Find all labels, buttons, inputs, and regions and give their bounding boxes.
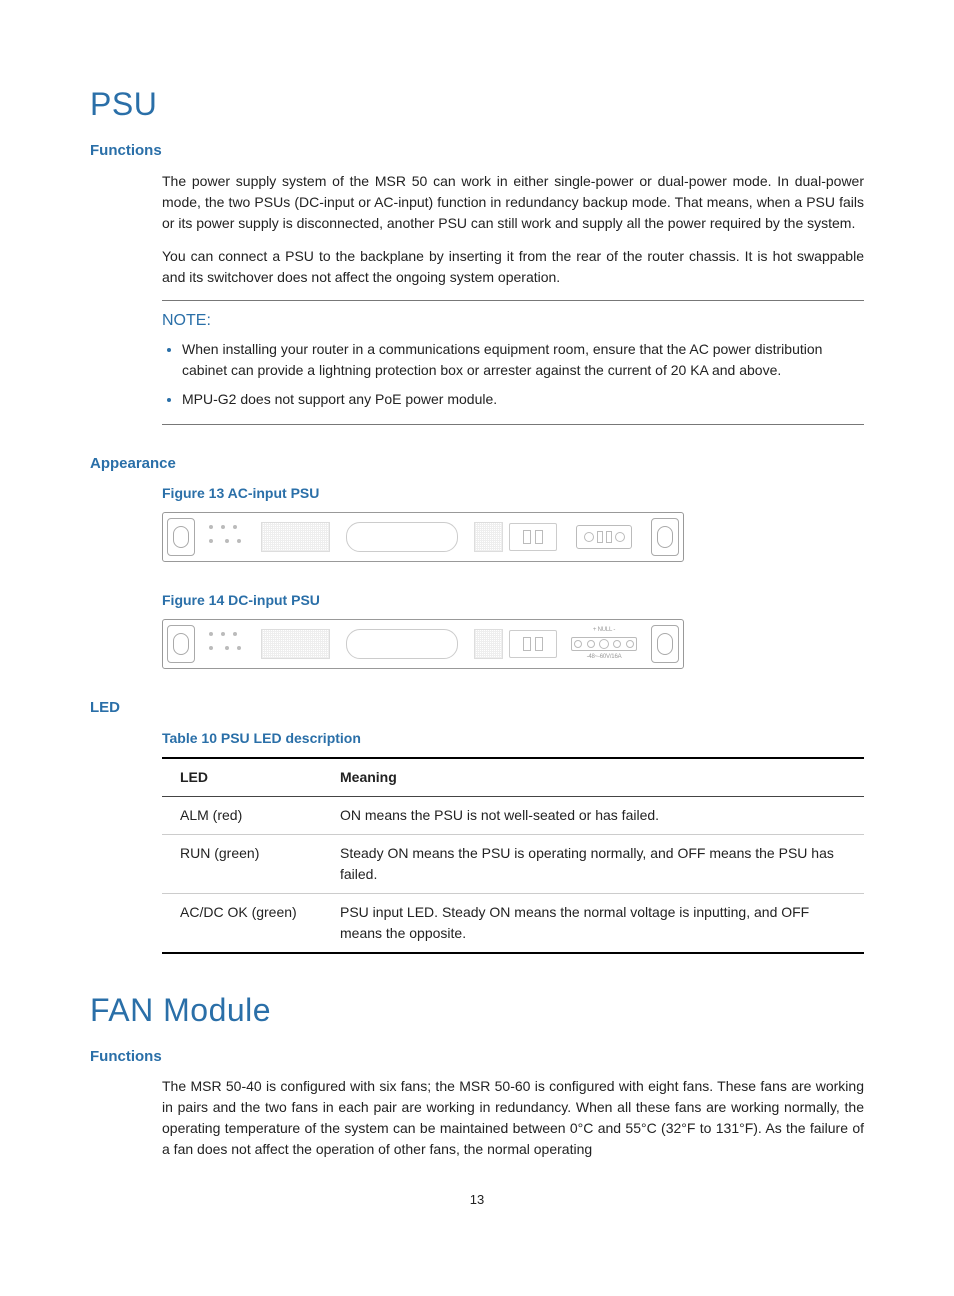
switch-block [509, 523, 557, 551]
vent-grille [474, 522, 503, 552]
th-meaning: Meaning [330, 758, 864, 797]
psu-led-table: LED Meaning ALM (red) ON means the PSU i… [162, 757, 864, 954]
page-number: 13 [90, 1190, 864, 1210]
cell-meaning: PSU input LED. Steady ON means the norma… [330, 893, 864, 953]
dc-label-top: + NULL - [593, 626, 615, 635]
slot [346, 629, 458, 659]
led-cluster [199, 626, 255, 662]
psu-note: NOTE: When installing your router in a c… [162, 300, 864, 425]
vent-grille [261, 522, 330, 552]
handle-icon [167, 625, 195, 663]
led-cluster [199, 519, 255, 555]
cell-meaning: ON means the PSU is not well-seated or h… [330, 796, 864, 834]
psu-appearance-heading: Appearance [90, 453, 864, 476]
note-item: When installing your router in a communi… [182, 339, 864, 381]
table-row: ALM (red) ON means the PSU is not well-s… [162, 796, 864, 834]
fan-functions-p1: The MSR 50-40 is configured with six fan… [162, 1076, 864, 1160]
table-row: RUN (green) Steady ON means the PSU is o… [162, 834, 864, 893]
vent-grille [261, 629, 330, 659]
figure-14-dc-psu: + NULL - -48~-60V/16A [162, 619, 684, 669]
psu-heading: PSU [90, 80, 864, 128]
figure-13-ac-psu [162, 512, 684, 562]
cell-led: RUN (green) [162, 834, 330, 893]
dc-label-bottom: -48~-60V/16A [587, 653, 622, 662]
psu-functions-heading: Functions [90, 140, 864, 163]
psu-functions-p2: You can connect a PSU to the backplane b… [162, 246, 864, 288]
cell-led: ALM (red) [162, 796, 330, 834]
dc-terminal: + NULL - -48~-60V/16A [561, 626, 647, 662]
cell-meaning: Steady ON means the PSU is operating nor… [330, 834, 864, 893]
figure-14-caption: Figure 14 DC-input PSU [162, 590, 864, 611]
note-title: NOTE: [162, 309, 864, 333]
switch-block [509, 630, 557, 658]
cell-led: AC/DC OK (green) [162, 893, 330, 953]
handle-icon [651, 625, 679, 663]
vent-grille [474, 629, 503, 659]
table-row: AC/DC OK (green) PSU input LED. Steady O… [162, 893, 864, 953]
fan-functions-heading: Functions [90, 1046, 864, 1069]
table-10-caption: Table 10 PSU LED description [162, 728, 864, 749]
handle-icon [167, 518, 195, 556]
note-item: MPU-G2 does not support any PoE power mo… [182, 389, 864, 410]
psu-led-heading: LED [90, 697, 864, 720]
figure-13-caption: Figure 13 AC-input PSU [162, 483, 864, 504]
fan-heading: FAN Module [90, 986, 864, 1034]
handle-icon [651, 518, 679, 556]
psu-functions-p1: The power supply system of the MSR 50 ca… [162, 171, 864, 234]
ac-inlet [561, 519, 647, 555]
slot [346, 522, 458, 552]
th-led: LED [162, 758, 330, 797]
